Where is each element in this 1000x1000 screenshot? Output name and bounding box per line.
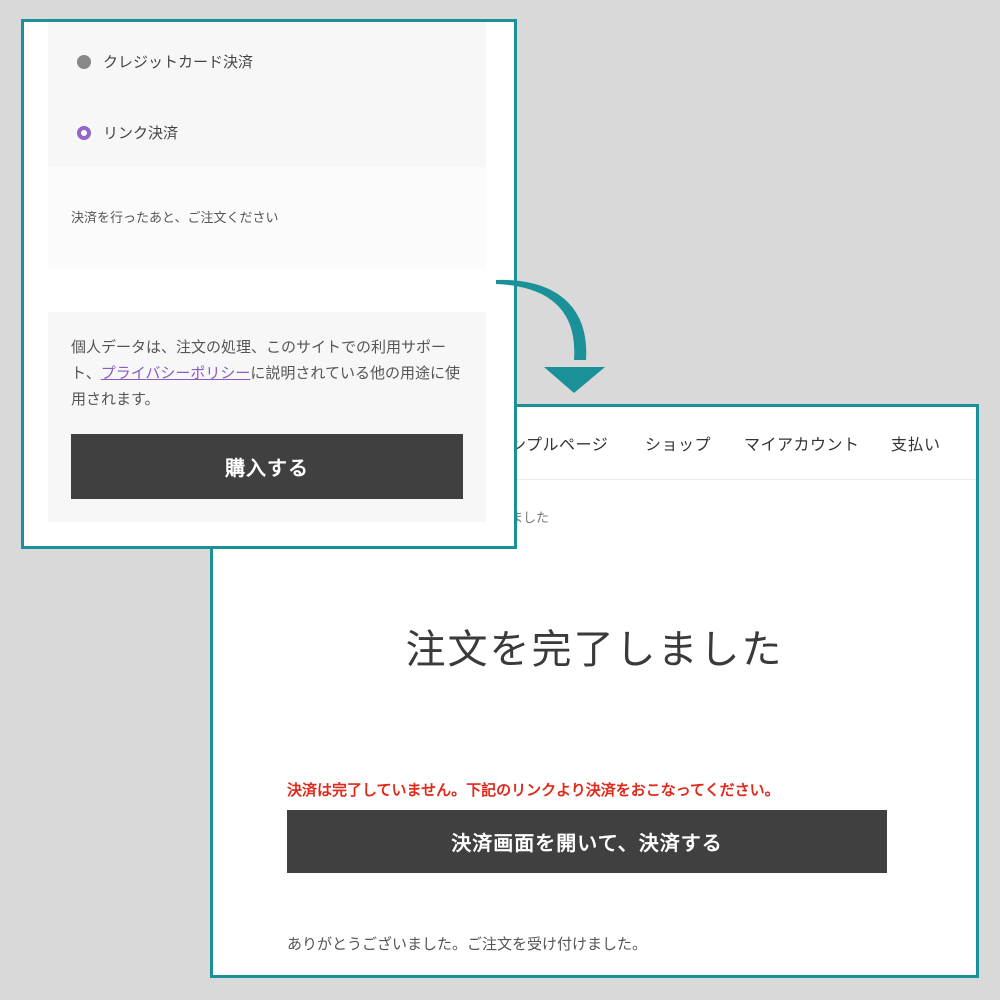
- nav-item-my-account[interactable]: マイアカウント: [744, 431, 860, 455]
- privacy-policy-link[interactable]: プライバシーポリシー: [101, 364, 251, 382]
- payment-method-list: クレジットカード決済 リンク決済: [48, 22, 486, 167]
- nav-item-payment[interactable]: 支払い: [891, 431, 941, 455]
- page-title: 注文を完了しました: [405, 627, 784, 673]
- radio-selected-icon[interactable]: [77, 125, 91, 140]
- arrow-shaft: [496, 279, 587, 360]
- payment-method-note: 決済を行ったあと、ご注文ください: [71, 211, 279, 226]
- nav-item-shop[interactable]: ショップ: [645, 431, 711, 455]
- arrow-head: [544, 367, 605, 393]
- thanks-message: ありがとうございました。ご注文を受け付けました。: [287, 935, 648, 953]
- privacy-notice: 個人データは、注文の処理、このサイトでの利用サポート、プライバシーポリシーに説明…: [71, 334, 471, 412]
- payment-method-label: リンク決済: [103, 124, 179, 142]
- radio-unselected-icon[interactable]: [77, 54, 91, 69]
- payment-method-credit-card[interactable]: クレジットカード決済: [77, 51, 253, 72]
- open-payment-button[interactable]: 決済画面を開いて、決済する: [287, 810, 887, 873]
- payment-method-description: 決済を行ったあと、ご注文ください: [48, 167, 486, 269]
- payment-method-label: クレジットカード決済: [103, 53, 254, 71]
- curved-arrow-icon: [496, 279, 605, 393]
- payment-method-link[interactable]: リンク決済: [77, 122, 178, 143]
- payment-warning: 決済は完了していません。下記のリンクより決済をおこなってください。: [287, 781, 780, 799]
- checkout-panel: クレジットカード決済 リンク決済 決済を行ったあと、ご注文ください 個人データは…: [21, 19, 517, 549]
- nav-item-sample-page[interactable]: ンプルページ: [510, 431, 608, 455]
- place-order-button[interactable]: 購入する: [71, 434, 463, 499]
- privacy-section: 個人データは、注文の処理、このサイトでの利用サポート、プライバシーポリシーに説明…: [48, 312, 486, 522]
